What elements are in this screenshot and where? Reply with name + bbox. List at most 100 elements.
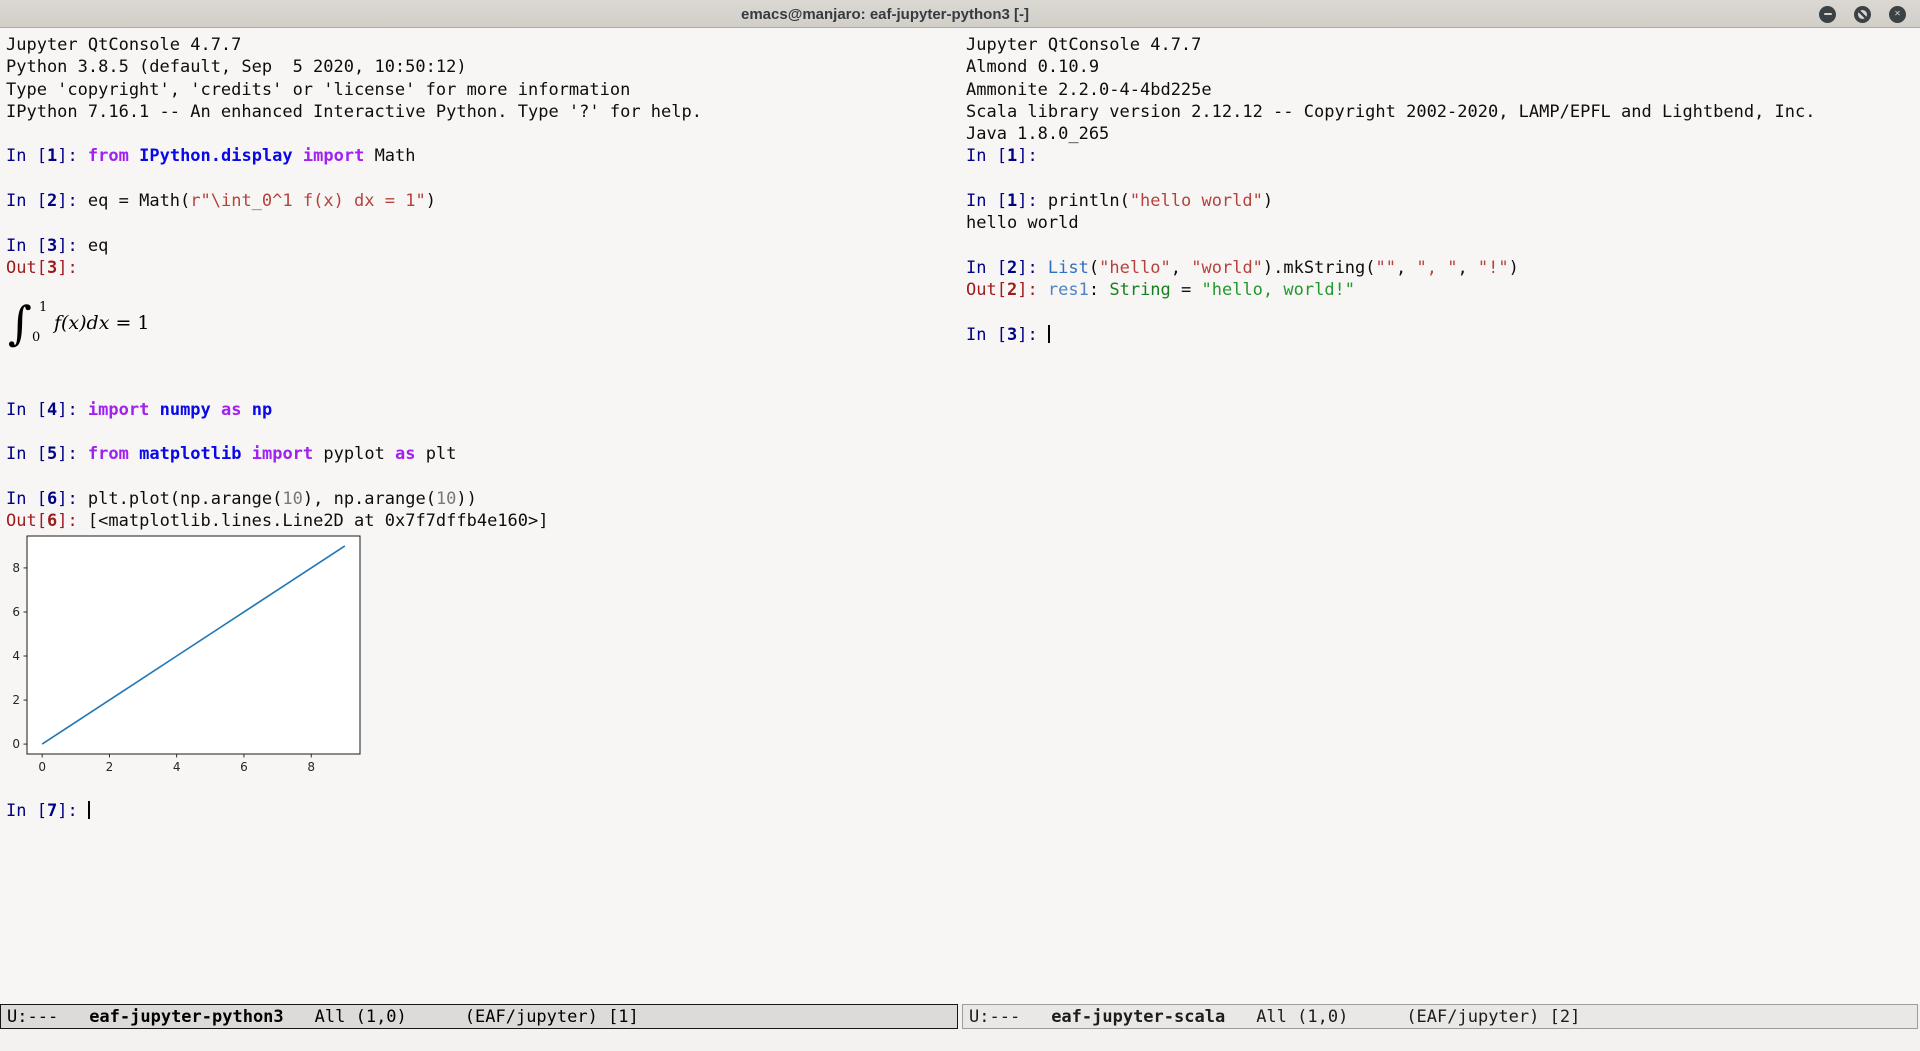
- modeline-buffer-name: eaf-jupyter-scala: [1051, 1007, 1225, 1027]
- code-token: In [: [6, 801, 47, 821]
- modeline-major-mode: (EAF/jupyter) [2]: [1406, 1007, 1580, 1027]
- code-token: import: [303, 146, 364, 166]
- svg-text:6: 6: [240, 760, 248, 774]
- code-token: ]:: [1017, 325, 1048, 345]
- console-line: Java 1.8.0_265: [966, 123, 1920, 145]
- modeline-scala: U:--- eaf-jupyter-scala All (1,0) (EAF/j…: [962, 1004, 1918, 1029]
- code-token: :: [1089, 280, 1109, 300]
- code-token: from: [88, 146, 129, 166]
- console-line: In [5]: from matplotlib import pyplot as…: [6, 443, 960, 465]
- code-token: 7: [47, 801, 57, 821]
- code-token: 1: [1007, 191, 1017, 211]
- latex-equation: ∫10f(x)dx = 1: [8, 298, 960, 348]
- code-token: [149, 400, 159, 420]
- console-blank-line: [6, 466, 960, 488]
- code-token: ,: [1396, 258, 1416, 278]
- console-line: Jupyter QtConsole 4.7.7: [966, 34, 1920, 56]
- modeline-position: All (1,0): [315, 1007, 407, 1027]
- code-token: List: [1048, 258, 1089, 278]
- integral-limits: 10: [32, 299, 48, 347]
- console-line: Python 3.8.5 (default, Sep 5 2020, 10:50…: [6, 56, 960, 78]
- code-token: ]:: [57, 146, 88, 166]
- code-token: [129, 444, 139, 464]
- code-token: "hello": [1099, 258, 1171, 278]
- code-token: ): [426, 191, 436, 211]
- matplotlib-figure: 0246802468: [6, 535, 370, 778]
- window-title: emacs@manjaro: eaf-jupyter-python3 [-]: [0, 0, 1770, 28]
- code-token: "hello, world!": [1202, 280, 1356, 300]
- code-token: plt: [416, 444, 457, 464]
- console-blank-line: [6, 123, 960, 145]
- code-token: as: [221, 400, 241, 420]
- console-line: Almond 0.10.9: [966, 56, 1920, 78]
- code-token: 1: [1007, 146, 1017, 166]
- code-token: ]:: [1017, 280, 1048, 300]
- svg-text:8: 8: [12, 561, 20, 575]
- code-token: plt.plot(np.arange(: [88, 489, 282, 509]
- code-token: Out[: [966, 280, 1007, 300]
- close-button[interactable]: ✕: [1889, 6, 1906, 23]
- scala-console-pane[interactable]: Jupyter QtConsole 4.7.7Almond 0.10.9Ammo…: [960, 28, 1920, 1004]
- console-line: In [2]: eq = Math(r"\int_0^1 f(x) dx = 1…: [6, 190, 960, 212]
- console-blank-line: [966, 302, 1920, 324]
- minimize-button[interactable]: [1819, 6, 1836, 23]
- text-cursor: [1048, 325, 1050, 343]
- code-token: ,: [1171, 258, 1191, 278]
- line-plot: 0246802468: [6, 535, 370, 778]
- equation-body: f(x)dx: [54, 312, 109, 334]
- modeline-position: All (1,0): [1256, 1007, 1348, 1027]
- console-line: In [4]: import numpy as np: [6, 399, 960, 421]
- code-token: In [: [6, 236, 47, 256]
- code-token: import: [88, 400, 149, 420]
- code-token: ,: [1457, 258, 1477, 278]
- code-token: [242, 400, 252, 420]
- integral-sign: ∫: [8, 298, 32, 348]
- maximize-button[interactable]: [1854, 6, 1871, 23]
- modeline-coding-indicator: U:---: [969, 1007, 1020, 1027]
- python-console-pane[interactable]: Jupyter QtConsole 4.7.7Python 3.8.5 (def…: [0, 28, 960, 1004]
- maximize-icon: [1858, 10, 1867, 19]
- code-token: from: [88, 444, 129, 464]
- titlebar[interactable]: emacs@manjaro: eaf-jupyter-python3 [-] ✕: [0, 0, 1920, 28]
- console-blank-line: [6, 377, 960, 399]
- code-token: In [: [6, 400, 47, 420]
- modeline-major-mode: (EAF/jupyter) [1]: [465, 1007, 639, 1027]
- code-token: 2: [1007, 258, 1017, 278]
- code-token: ", ": [1416, 258, 1457, 278]
- code-token: res1: [1048, 280, 1089, 300]
- svg-text:8: 8: [307, 760, 315, 774]
- code-token: In [: [966, 258, 1007, 278]
- console-line: Out[3]:: [6, 257, 960, 279]
- modeline-coding-indicator: U:---: [7, 1007, 58, 1027]
- code-token: Out[: [6, 511, 47, 531]
- code-token: Math: [364, 146, 415, 166]
- code-token: 1: [47, 146, 57, 166]
- integral-lower-limit: 0: [32, 327, 40, 349]
- console-line: Ammonite 2.2.0-4-4bd225e: [966, 79, 1920, 101]
- code-token: ), np.arange(: [303, 489, 436, 509]
- console-line: In [3]:: [966, 324, 1920, 346]
- modeline-buffer-name: eaf-jupyter-python3: [89, 1007, 283, 1027]
- code-token: In [: [6, 489, 47, 509]
- code-token: )): [456, 489, 476, 509]
- console-blank-line: [966, 235, 1920, 257]
- integral-upper-limit: 1: [39, 297, 47, 319]
- code-token: ]:: [1017, 191, 1048, 211]
- console-line: In [2]: List("hello", "world").mkString(…: [966, 257, 1920, 279]
- code-token: In [: [966, 191, 1007, 211]
- code-token: ).mkString(: [1263, 258, 1376, 278]
- code-token: r"\int_0^1 f(x) dx = 1": [190, 191, 425, 211]
- code-token: 5: [47, 444, 57, 464]
- console-line: In [1]: from IPython.display import Math: [6, 145, 960, 167]
- code-token: 10: [282, 489, 302, 509]
- svg-text:4: 4: [12, 649, 20, 663]
- code-token: "hello world": [1130, 191, 1263, 211]
- code-token: [241, 444, 251, 464]
- console-line: IPython 7.16.1 -- An enhanced Interactiv…: [6, 101, 960, 123]
- code-token: 2: [1007, 280, 1017, 300]
- console-blank-line: [6, 421, 960, 443]
- code-token: Out[: [6, 258, 47, 278]
- echo-area: [0, 1029, 1920, 1051]
- code-token: "world": [1191, 258, 1263, 278]
- code-token: ]:: [57, 236, 88, 256]
